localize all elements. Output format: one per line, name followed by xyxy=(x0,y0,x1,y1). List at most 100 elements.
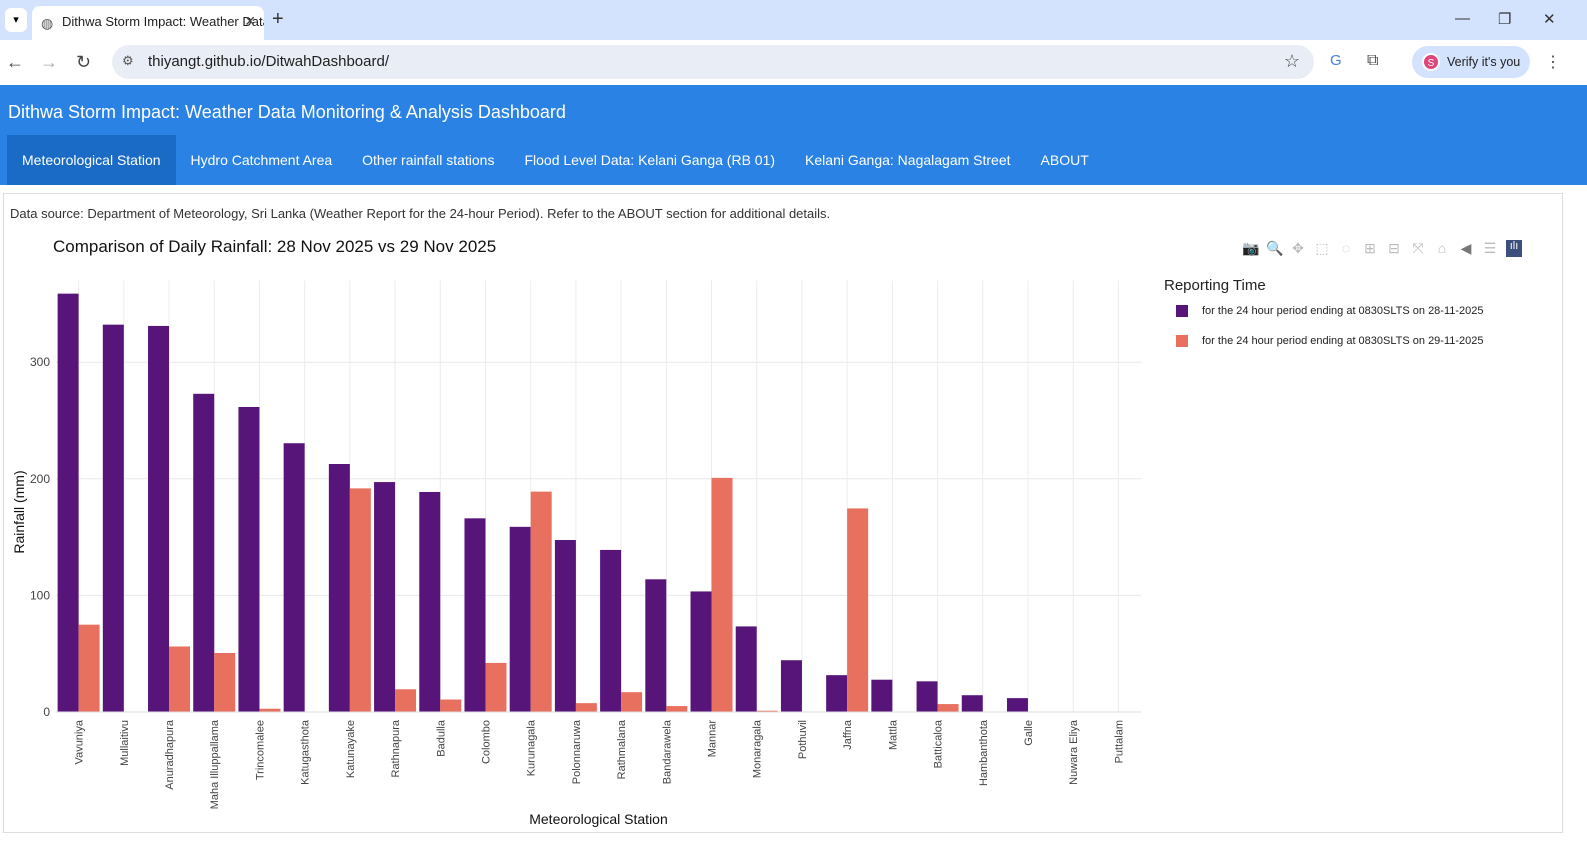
reset-axes-icon[interactable]: ⌂ xyxy=(1434,240,1450,257)
hover-compare-icon[interactable]: ☰ xyxy=(1482,240,1498,257)
bar-monaragala-s1[interactable] xyxy=(735,626,757,712)
browser-tab[interactable]: ◍ Dithwa Storm Impact: Weather Data Monit… xyxy=(32,6,264,40)
bar-anuradhapura-s2[interactable] xyxy=(169,646,191,712)
box-select-icon[interactable]: ⬚ xyxy=(1314,240,1330,257)
x-tick-label: Hambanthota xyxy=(978,719,990,786)
autoscale-icon[interactable]: ⤧ xyxy=(1410,240,1426,257)
lasso-icon[interactable]: ◌ xyxy=(1338,240,1354,257)
bar-vavuniya-s2[interactable] xyxy=(78,624,100,712)
bar-rathnapura-s2[interactable] xyxy=(395,689,417,712)
tab-hydro-catchment[interactable]: Hydro Catchment Area xyxy=(176,135,348,185)
url-field[interactable]: ⚙ thiyangt.github.io/DitwahDashboard/ ☆ xyxy=(112,45,1314,79)
reload-icon[interactable]: ↻ xyxy=(76,52,91,73)
bar-batticaloa-s2[interactable] xyxy=(937,704,959,712)
bar-batticaloa-s1[interactable] xyxy=(916,681,938,712)
bar-mattla-s1[interactable] xyxy=(871,679,893,712)
x-tick-label: Galle xyxy=(1023,720,1035,746)
bar-badulla-s1[interactable] xyxy=(419,491,441,712)
profile-label: Verify it's you xyxy=(1447,55,1521,69)
close-tab-icon[interactable]: ✕ xyxy=(244,13,256,30)
bar-kurunagala-s1[interactable] xyxy=(509,526,531,712)
zoom-in-icon[interactable]: ⊞ xyxy=(1362,240,1378,257)
x-tick-label: Pothuvil xyxy=(797,720,809,759)
bar-colombo-s2[interactable] xyxy=(485,662,507,712)
tab-flood-level[interactable]: Flood Level Data: Kelani Ganga (RB 01) xyxy=(509,135,790,185)
y-tick-label: 0 xyxy=(43,705,50,719)
tab-nagalagam-street[interactable]: Kelani Ganga: Nagalagam Street xyxy=(790,135,1025,185)
legend-label: for the 24 hour period ending at 0830SLT… xyxy=(1202,305,1484,317)
restore-icon[interactable]: ❐ xyxy=(1498,10,1511,28)
bar-mullaitivu-s1[interactable] xyxy=(102,324,124,712)
bookmark-star-icon[interactable]: ☆ xyxy=(1284,51,1300,72)
site-info-icon[interactable]: ⚙ xyxy=(122,53,134,69)
tab-about[interactable]: ABOUT xyxy=(1026,135,1104,185)
bar-jaffna-s2[interactable] xyxy=(847,508,869,712)
bar-katunayake-s2[interactable] xyxy=(349,488,371,712)
legend-swatch xyxy=(1176,305,1188,317)
bar-chart[interactable]: 0 100 200 300 Vavuniya Mullaitivu Anuradhapura… xyxy=(4,194,1164,834)
x-axis-title: Meteorological Station xyxy=(529,811,668,827)
forward-icon[interactable]: → xyxy=(40,52,58,73)
bar-pothuvil-s1[interactable] xyxy=(780,660,802,712)
y-tick-label: 200 xyxy=(30,472,50,486)
legend-title: Reporting Time xyxy=(1164,277,1266,294)
more-menu-icon[interactable]: ⋮ xyxy=(1545,52,1561,72)
bar-hambanthota-s1[interactable] xyxy=(961,695,983,712)
x-tick-label: Rathmalana xyxy=(616,719,628,779)
y-tick-label: 100 xyxy=(30,588,50,602)
x-tick-label: Puttalam xyxy=(1113,720,1125,763)
extensions-icon[interactable]: ⧉ xyxy=(1367,52,1378,70)
x-tick-label: Monaragala xyxy=(752,719,764,778)
bar-galle-s1[interactable] xyxy=(1006,698,1028,712)
bar-anuradhapura-s1[interactable] xyxy=(148,325,170,712)
x-tick-label: Maha Illuppallama xyxy=(209,719,221,809)
bar-kurunagala-s2[interactable] xyxy=(530,491,552,712)
bar-polonnaruwa-s1[interactable] xyxy=(554,540,576,712)
minimize-icon[interactable]: — xyxy=(1455,10,1470,27)
plotly-logo-icon[interactable]: ılı xyxy=(1506,240,1522,257)
bar-katunayake-s1[interactable] xyxy=(328,463,350,712)
bar-jaffna-s1[interactable] xyxy=(826,675,848,712)
legend-item-28nov[interactable]: for the 24 hour period ending at 0830SLT… xyxy=(1164,303,1484,319)
bar-bandarawela-s1[interactable] xyxy=(645,579,667,712)
legend: Reporting Time for the 24 hour period en… xyxy=(1164,277,1484,349)
tab-title: Dithwa Storm Impact: Weather Data Monito… xyxy=(62,14,264,29)
tab-list-chevron-icon[interactable]: ▾ xyxy=(5,8,27,32)
bar-bandarawela-s2[interactable] xyxy=(666,706,688,712)
x-tick-label: Bandarawela xyxy=(661,719,673,784)
bar-maha-illuppallama-s2[interactable] xyxy=(214,653,236,712)
bar-rathnapura-s1[interactable] xyxy=(374,482,396,712)
x-tick-label: Anuradhapura xyxy=(164,719,176,790)
bar-katugasthota-s1[interactable] xyxy=(283,443,305,712)
y-axis-title: Rainfall (mm) xyxy=(11,470,27,553)
avatar: S xyxy=(1422,53,1440,71)
zoom-out-icon[interactable]: ⊟ xyxy=(1386,240,1402,257)
zoom-icon[interactable]: 🔍 xyxy=(1266,240,1283,257)
bar-colombo-s1[interactable] xyxy=(464,518,486,712)
translate-icon[interactable]: G xyxy=(1330,52,1342,69)
bar-trincomalee-s1[interactable] xyxy=(238,406,260,712)
tab-other-rainfall[interactable]: Other rainfall stations xyxy=(347,135,509,185)
tab-meteorological-station[interactable]: Meteorological Station xyxy=(7,135,176,185)
camera-icon[interactable]: 📷 xyxy=(1242,240,1259,257)
legend-item-29nov[interactable]: for the 24 hour period ending at 0830SLT… xyxy=(1164,333,1484,349)
x-tick-label: Katugasthota xyxy=(300,719,312,785)
hover-closest-icon[interactable]: ◀ xyxy=(1458,240,1474,257)
back-icon[interactable]: ← xyxy=(6,52,24,73)
pan-icon[interactable]: ✥ xyxy=(1290,240,1306,257)
bar-mannar-s1[interactable] xyxy=(690,591,712,712)
bar-rathmalana-s1[interactable] xyxy=(600,549,622,712)
bar-maha-illuppallama-s1[interactable] xyxy=(193,393,215,712)
dashboard-title: Dithwa Storm Impact: Weather Data Monito… xyxy=(8,102,566,122)
address-bar-row: ← → ↻ ⚙ thiyangt.github.io/DitwahDashboar… xyxy=(0,40,1587,85)
bar-mannar-s2[interactable] xyxy=(711,477,733,712)
window-close-icon[interactable]: ✕ xyxy=(1543,10,1556,28)
new-tab-icon[interactable]: + xyxy=(272,8,284,31)
bar-polonnaruwa-s2[interactable] xyxy=(575,703,597,712)
plot-modebar: 📷 🔍 ✥ ⬚ ◌ ⊞ ⊟ ⤧ ⌂ ◀ ☰ ılı xyxy=(1242,240,1522,257)
content-panel: Data source: Department of Meteorology, … xyxy=(3,193,1563,833)
bar-vavuniya-s1[interactable] xyxy=(57,293,79,712)
profile-button[interactable]: S Verify it's you xyxy=(1412,46,1530,78)
bar-badulla-s2[interactable] xyxy=(440,699,462,712)
bar-rathmalana-s2[interactable] xyxy=(621,692,643,712)
